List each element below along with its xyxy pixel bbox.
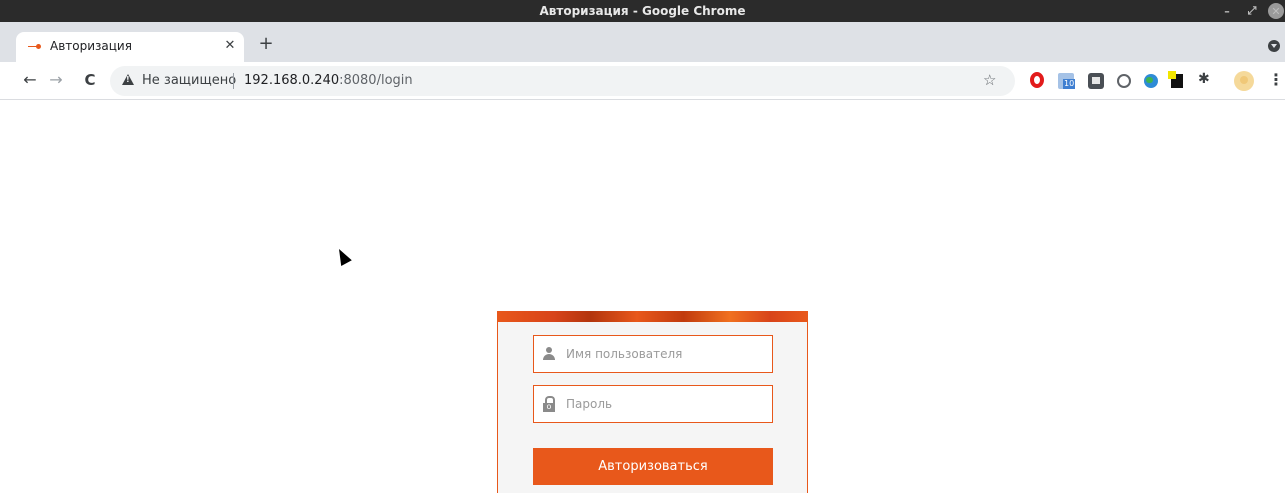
url-path: :8080/login — [339, 73, 413, 88]
profile-avatar[interactable] — [1234, 71, 1254, 91]
username-field[interactable] — [533, 335, 773, 373]
earth-icon[interactable] — [1144, 74, 1158, 88]
mail-icon[interactable] — [1058, 73, 1076, 89]
mouse-cursor-icon — [333, 246, 352, 266]
security-label[interactable]: Не защищено — [142, 73, 236, 88]
note-icon[interactable] — [1168, 71, 1183, 88]
window-title-bar: Авторизация - Google Chrome – ⤢ ✕ — [0, 0, 1285, 22]
lock-icon — [543, 396, 555, 412]
window-title: Авторизация - Google Chrome — [539, 4, 746, 18]
puzzle-icon[interactable]: ✱ — [1198, 71, 1214, 87]
globe-icon[interactable] — [1117, 74, 1131, 88]
tab-authorization[interactable]: Авторизация ✕ — [16, 32, 244, 62]
tab-title: Авторизация — [50, 39, 132, 53]
login-button[interactable]: Авторизоваться — [533, 448, 773, 485]
forward-button[interactable]: → — [46, 70, 66, 90]
back-button[interactable]: ← — [20, 70, 40, 90]
password-field[interactable] — [533, 385, 773, 423]
user-icon — [543, 347, 555, 361]
username-input[interactable] — [566, 336, 766, 372]
login-form: Авторизоваться — [497, 311, 808, 493]
opera-icon[interactable] — [1030, 72, 1044, 88]
tab-close-button[interactable]: ✕ — [222, 38, 238, 53]
address-bar[interactable]: Не защищено 192.168.0.240:8080/login ☆ — [110, 66, 1015, 96]
address-separator — [233, 73, 234, 89]
card-header-strip — [498, 311, 807, 322]
tab-strip: Авторизация ✕ + — [0, 22, 1285, 62]
bookmark-star-icon[interactable]: ☆ — [983, 71, 996, 89]
reload-button[interactable]: C — [80, 70, 100, 90]
box-icon[interactable] — [1088, 73, 1104, 89]
new-tab-button[interactable]: + — [256, 33, 276, 54]
browser-toolbar: ← → C Не защищено 192.168.0.240:8080/log… — [0, 62, 1285, 100]
warning-icon[interactable] — [122, 74, 134, 85]
password-input[interactable] — [566, 386, 766, 422]
close-window-button[interactable]: ✕ — [1268, 3, 1284, 19]
menu-icon[interactable]: ⋮ — [1268, 70, 1284, 90]
tab-search-icon[interactable] — [1268, 40, 1280, 52]
maximize-button[interactable]: ⤢ — [1244, 3, 1260, 19]
minimize-button[interactable]: – — [1219, 3, 1235, 19]
url-text[interactable]: 192.168.0.240:8080/login — [244, 73, 413, 88]
key-icon — [28, 44, 42, 49]
url-host: 192.168.0.240 — [244, 73, 340, 88]
